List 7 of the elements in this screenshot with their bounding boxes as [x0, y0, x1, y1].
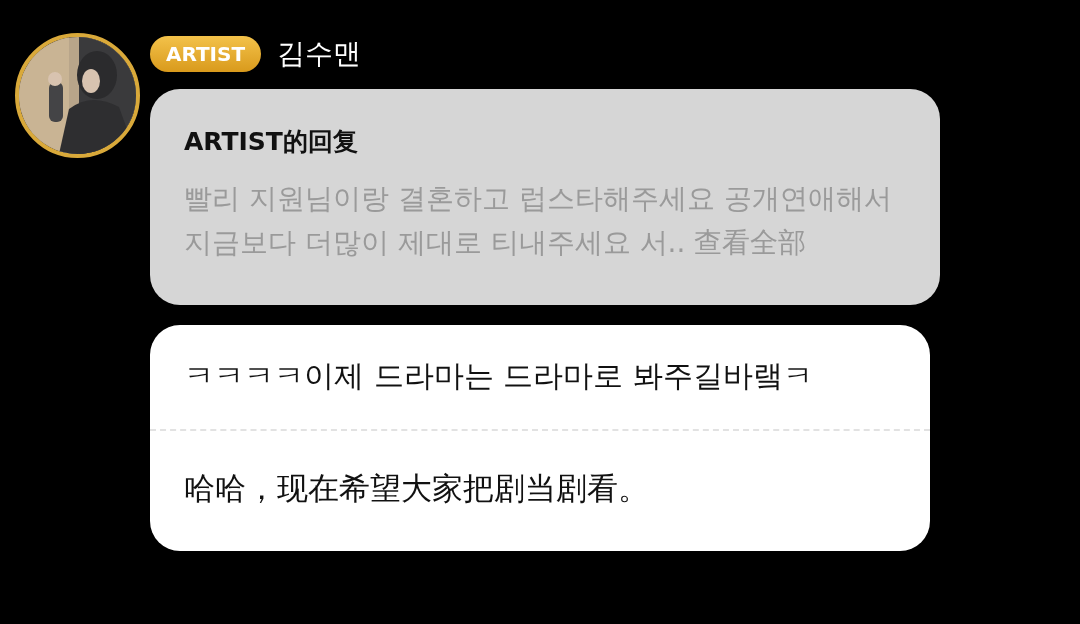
see-all-link[interactable]: 查看全部	[694, 225, 807, 259]
translation-text: 哈哈，现在希望大家把剧当剧看。	[184, 468, 650, 508]
reply-title: ARTIST的回复	[184, 126, 359, 158]
artist-badge: ARTIST	[150, 36, 262, 72]
quoted-text: 빨리 지원님이랑 결혼하고 럽스타해주세요 공개연애해서 지금보다 더많이 제대로 티내주세요 서.. 查看全部	[184, 180, 893, 261]
user-name: 김수맨	[277, 36, 362, 72]
message-text: ㅋㅋㅋㅋ이제 드라마는 드라마로 봐주길바랰ㅋ	[184, 356, 814, 395]
